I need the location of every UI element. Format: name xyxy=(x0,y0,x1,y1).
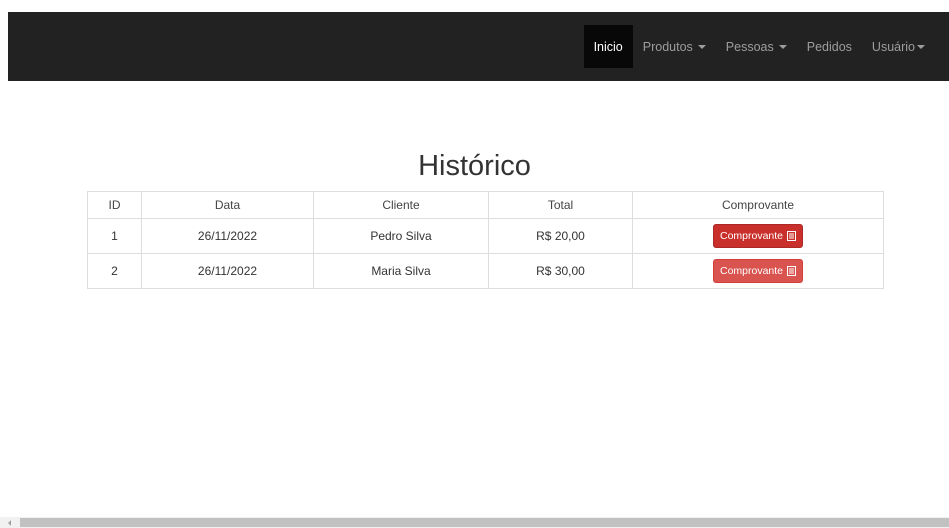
table-row: 2 26/11/2022 Maria Silva R$ 30,00 Compro… xyxy=(87,253,884,289)
nav-item-pedidos[interactable]: Pedidos xyxy=(797,25,862,68)
page-title: Histórico xyxy=(418,150,531,182)
list-alt-icon xyxy=(787,231,797,241)
caret-down-icon xyxy=(778,44,787,49)
column-header-total: Total xyxy=(488,191,633,219)
button-label: Comprovante xyxy=(719,265,784,277)
cell-cliente: Maria Silva xyxy=(313,253,489,289)
scrollbar-thumb[interactable] xyxy=(20,518,949,527)
column-header-id: ID xyxy=(87,191,142,219)
table-row: 1 26/11/2022 Pedro Silva R$ 20,00 Compro… xyxy=(87,218,884,254)
table-header-row: ID Data Cliente Total Comprovante xyxy=(87,191,884,219)
nav-item-label: Usuário xyxy=(871,39,915,54)
cell-cliente: Pedro Silva xyxy=(313,218,489,254)
navbar: Inicio Produtos Pessoas Pedidos Usuário xyxy=(8,12,949,81)
history-table: ID Data Cliente Total Comprovante 1 26/1… xyxy=(87,191,884,289)
horizontal-scrollbar[interactable] xyxy=(0,517,949,528)
nav-item-label: Pessoas xyxy=(725,39,774,54)
scroll-left-arrow-icon[interactable] xyxy=(8,520,11,526)
column-header-data: Data xyxy=(141,191,314,219)
nav-item-label: Produtos xyxy=(642,39,693,54)
comprovante-button[interactable]: Comprovante xyxy=(712,224,804,248)
nav-item-label: Inicio xyxy=(593,39,623,54)
cell-data: 26/11/2022 xyxy=(141,218,314,254)
cell-id: 2 xyxy=(87,253,142,289)
nav-item-inicio[interactable]: Inicio xyxy=(583,25,633,68)
nav-item-usuario[interactable]: Usuário xyxy=(862,25,949,68)
column-header-comprovante: Comprovante xyxy=(632,191,884,219)
nav-item-pessoas[interactable]: Pessoas xyxy=(716,25,797,68)
cell-data: 26/11/2022 xyxy=(141,253,314,289)
cell-comprovante: Comprovante xyxy=(632,218,884,254)
caret-down-icon xyxy=(697,44,706,49)
caret-down-icon xyxy=(917,44,925,49)
nav-item-produtos[interactable]: Produtos xyxy=(633,25,716,68)
cell-total: R$ 20,00 xyxy=(488,218,633,254)
cell-id: 1 xyxy=(87,218,142,254)
cell-total: R$ 30,00 xyxy=(488,253,633,289)
column-header-cliente: Cliente xyxy=(313,191,489,219)
cell-comprovante: Comprovante xyxy=(632,253,884,289)
nav-item-label: Pedidos xyxy=(806,39,852,54)
list-alt-icon xyxy=(787,266,797,276)
comprovante-button[interactable]: Comprovante xyxy=(712,259,804,283)
nav-menu: Inicio Produtos Pessoas Pedidos Usuário xyxy=(583,25,949,68)
button-label: Comprovante xyxy=(719,230,784,242)
